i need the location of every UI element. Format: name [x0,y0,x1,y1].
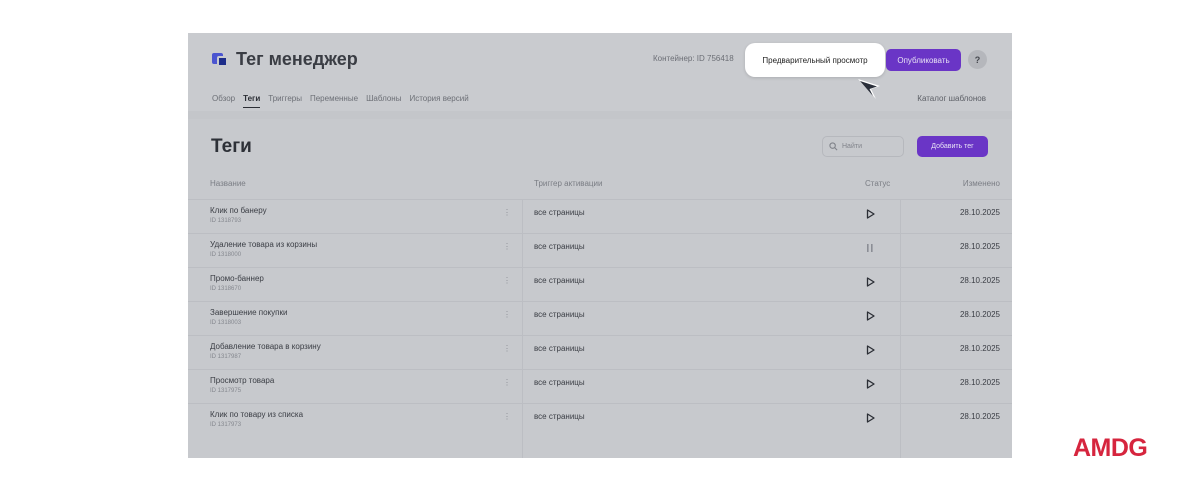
tag-trigger: все страницы [534,344,585,353]
search-icon [829,142,838,151]
help-icon: ? [974,54,981,65]
play-icon[interactable] [860,410,880,426]
tag-id: ID 1318003 [210,320,242,326]
mouse-cursor-icon [858,79,880,99]
tab-tags[interactable]: Теги [243,94,261,108]
tag-id: ID 1318670 [210,286,242,292]
search-input[interactable]: Найти [822,136,904,157]
row-menu-icon[interactable]: ⋮ [503,344,511,353]
play-icon[interactable] [860,206,880,222]
table-header: Название Триггер активации Статус Измене… [188,177,1012,193]
column-header-name[interactable]: Название [210,179,246,188]
tag-trigger: все страницы [534,310,585,319]
tag-name[interactable]: Клик по банеру [210,206,267,215]
play-icon[interactable] [860,308,880,324]
table-row[interactable]: Клик по товару из списка ID 1317973 ⋮ вс… [188,403,1012,437]
tag-manager-logo-icon [212,51,229,68]
template-catalog-link[interactable]: Каталог шаблонов [917,94,986,103]
tab-version-history[interactable]: История версий [409,94,468,108]
tag-name[interactable]: Завершение покупки [210,308,287,317]
table-row[interactable]: Просмотр товара ID 1317975 ⋮ все страниц… [188,369,1012,403]
play-icon[interactable] [860,274,880,290]
tag-name[interactable]: Удаление товара из корзины [210,240,317,249]
tag-name[interactable]: Клик по товару из списка [210,410,303,419]
table-row[interactable]: Удаление товара из корзины ID 1318000 ⋮ … [188,233,1012,267]
table-row[interactable]: Завершение покупки ID 1318003 ⋮ все стра… [188,301,1012,335]
tab-triggers[interactable]: Триггеры [268,94,302,108]
table-row[interactable]: Добавление товара в корзину ID 1317987 ⋮… [188,335,1012,369]
container-id: Контейнер: ID 756418 [653,54,734,63]
top-bar: Тег менеджер Контейнер: ID 756418 Предва… [188,33,1012,111]
search-placeholder: Найти [842,143,862,150]
tab-templates[interactable]: Шаблоны [366,94,401,108]
app-logo[interactable]: Тег менеджер [212,49,358,70]
play-icon[interactable] [860,342,880,358]
nav-tabs: Обзор Теги Триггеры Переменные Шаблоны И… [212,94,477,108]
row-menu-icon[interactable]: ⋮ [503,412,511,421]
help-button[interactable]: ? [968,50,987,69]
tag-trigger: все страницы [534,208,585,217]
preview-button[interactable]: Предварительный просмотр [745,43,885,77]
tag-name[interactable]: Просмотр товара [210,376,274,385]
tags-panel: Теги Найти Добавить тег Название Триггер… [188,119,1012,458]
column-header-modified[interactable]: Изменено [963,179,1000,188]
tag-id: ID 1317973 [210,422,242,428]
row-menu-icon[interactable]: ⋮ [503,378,511,387]
tag-id: ID 1317987 [210,354,242,360]
table-row[interactable]: Промо-баннер ID 1318670 ⋮ все страницы 2… [188,267,1012,301]
tag-trigger: все страницы [534,242,585,251]
tag-modified-date: 28.10.2025 [959,310,1000,319]
play-icon[interactable] [860,376,880,392]
add-tag-button[interactable]: Добавить тег [917,136,988,157]
tag-trigger: все страницы [534,412,585,421]
amdg-logo: AMDG [1073,434,1148,462]
tag-modified-date: 28.10.2025 [959,208,1000,217]
table-row[interactable]: Клик по банеру ID 1318793 ⋮ все страницы… [188,199,1012,233]
app-title: Тег менеджер [236,49,358,69]
tag-modified-date: 28.10.2025 [959,344,1000,353]
tag-trigger: все страницы [534,276,585,285]
tag-modified-date: 28.10.2025 [959,242,1000,251]
page-title: Теги [211,136,252,157]
tag-trigger: все страницы [534,378,585,387]
tag-modified-date: 28.10.2025 [959,412,1000,421]
row-menu-icon[interactable]: ⋮ [503,242,511,251]
publish-button[interactable]: Опубликовать [886,49,961,71]
pause-icon[interactable] [860,240,880,256]
row-menu-icon[interactable]: ⋮ [503,208,511,217]
row-menu-icon[interactable]: ⋮ [503,310,511,319]
column-header-trigger[interactable]: Триггер активации [534,179,602,188]
tag-name[interactable]: Добавление товара в корзину [210,342,321,351]
tab-variables[interactable]: Переменные [310,94,358,108]
tag-modified-date: 28.10.2025 [959,378,1000,387]
tag-name[interactable]: Промо-баннер [210,274,264,283]
tab-overview[interactable]: Обзор [212,94,235,108]
tag-id: ID 1318000 [210,252,242,258]
row-menu-icon[interactable]: ⋮ [503,276,511,285]
tag-id: ID 1318793 [210,218,242,224]
app-window: Тег менеджер Контейнер: ID 756418 Предва… [188,33,1012,458]
column-header-status[interactable]: Статус [865,179,890,188]
tag-id: ID 1317975 [210,388,242,394]
tag-modified-date: 28.10.2025 [959,276,1000,285]
